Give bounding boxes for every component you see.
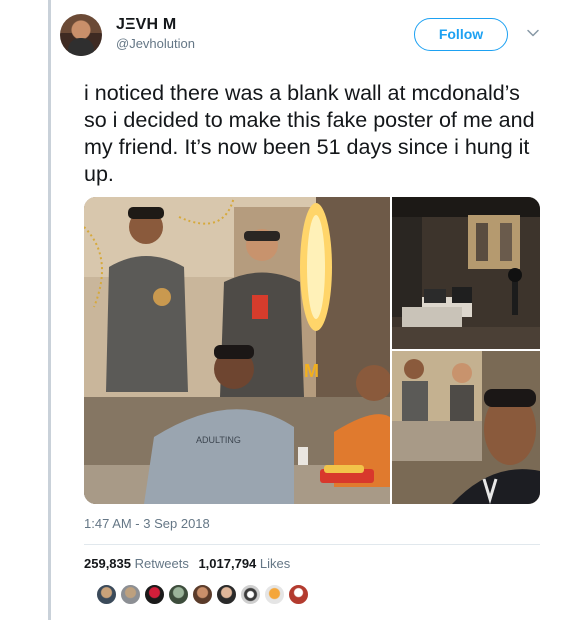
avatar[interactable] — [60, 14, 102, 56]
liker-avatar[interactable] — [120, 584, 141, 605]
tweet-header: JΞVH M @Jevholution Follow — [60, 14, 550, 64]
liker-avatar[interactable] — [240, 584, 261, 605]
liker-avatar[interactable] — [96, 584, 117, 605]
liker-avatar[interactable] — [288, 584, 309, 605]
chevron-down-icon[interactable] — [526, 26, 540, 40]
media-photo-main[interactable]: M ADULTING — [84, 197, 390, 504]
display-name[interactable]: JΞVH M — [116, 16, 176, 34]
likes-count[interactable]: 1,017,794 — [198, 556, 256, 571]
liker-avatar[interactable] — [216, 584, 237, 605]
tweet-timestamp[interactable]: 1:47 AM - 3 Sep 2018 — [84, 516, 210, 531]
divider — [84, 544, 540, 545]
user-handle[interactable]: @Jevholution — [116, 36, 195, 51]
media-grid[interactable]: M ADULTING — [84, 197, 540, 504]
media-photo-restaurant[interactable] — [392, 197, 540, 349]
svg-text:M: M — [304, 361, 319, 381]
thread-rail — [48, 0, 51, 620]
tweet-text: i noticed there was a blank wall at mcdo… — [84, 81, 535, 186]
liker-avatar[interactable] — [192, 584, 213, 605]
retweets-count[interactable]: 259,835 — [84, 556, 131, 571]
liker-avatar[interactable] — [168, 584, 189, 605]
follow-button[interactable]: Follow — [414, 18, 508, 51]
engagement-stats: 259,835 Retweets 1,017,794 Likes — [84, 556, 290, 571]
liker-avatar[interactable] — [264, 584, 285, 605]
likes-label[interactable]: Likes — [260, 556, 290, 571]
shirt-text: ADULTING — [196, 435, 241, 445]
liker-avatar[interactable] — [144, 584, 165, 605]
media-photo-selfie[interactable] — [392, 351, 540, 504]
retweets-label[interactable]: Retweets — [135, 556, 189, 571]
